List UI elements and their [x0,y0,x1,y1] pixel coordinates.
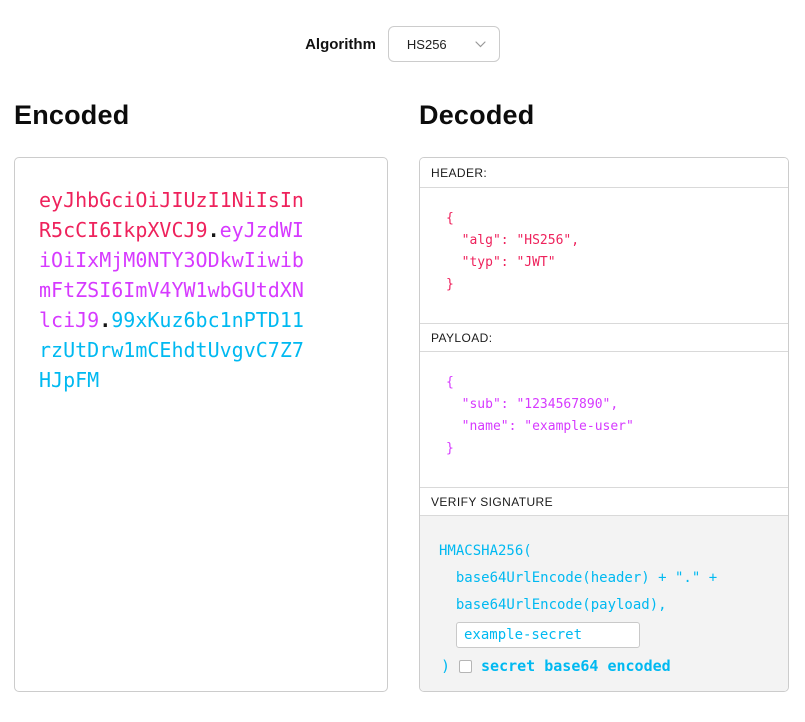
decoded-panel: HEADER: { "alg": "HS256", "typ": "JWT" }… [419,157,789,692]
verify-signature-label-text: VERIFY SIGNATURE [431,495,553,509]
token-separator-dot: . [99,308,111,332]
algorithm-selected-value: HS256 [407,37,447,52]
jwt-debugger-page: Algorithm HS256 Encoded eyJhbGciOiJIUzI1… [0,0,805,722]
header-section-label: HEADER: [420,158,788,188]
algorithm-select[interactable]: HS256 [388,26,500,62]
decoded-column: Decoded HEADER: { "alg": "HS256", "typ":… [419,99,789,692]
hmac-close-paren: ) [441,657,450,675]
secret-base64-checkbox-label[interactable]: secret base64 encoded [481,657,671,675]
encoded-column: Encoded eyJhbGciOiJIUzI1NiIsInR5cCI6IkpX… [14,99,388,692]
secret-input[interactable] [456,622,640,648]
header-section-label-text: HEADER: [431,166,487,180]
payload-section-label-text: PAYLOAD: [431,331,492,345]
algorithm-row: Algorithm HS256 [0,26,805,62]
hmac-code-text: HMACSHA256( base64UrlEncode(header) + ".… [439,538,772,619]
verify-signature-label: VERIFY SIGNATURE [420,488,788,516]
secret-base64-checkbox[interactable] [459,660,472,673]
token-separator-dot: . [208,218,220,242]
jwt-token-text[interactable]: eyJhbGciOiJIUzI1NiIsInR5cCI6IkpXVCJ9.eyJ… [39,185,309,395]
payload-section-label: PAYLOAD: [420,324,788,352]
header-json-editor[interactable]: { "alg": "HS256", "typ": "JWT" } [420,188,788,324]
jwt-token-editor[interactable]: eyJhbGciOiJIUzI1NiIsInR5cCI6IkpXVCJ9.eyJ… [14,157,388,692]
payload-json-editor[interactable]: { "sub": "1234567890", "name": "example-… [420,352,788,488]
decoded-title: Decoded [419,99,789,131]
verify-signature-body: HMACSHA256( base64UrlEncode(header) + ".… [420,516,788,691]
signature-bottom-row: ) secret base64 encoded [439,657,772,675]
encoded-title: Encoded [14,99,388,131]
algorithm-label: Algorithm [305,36,376,53]
chevron-down-icon [475,41,486,48]
